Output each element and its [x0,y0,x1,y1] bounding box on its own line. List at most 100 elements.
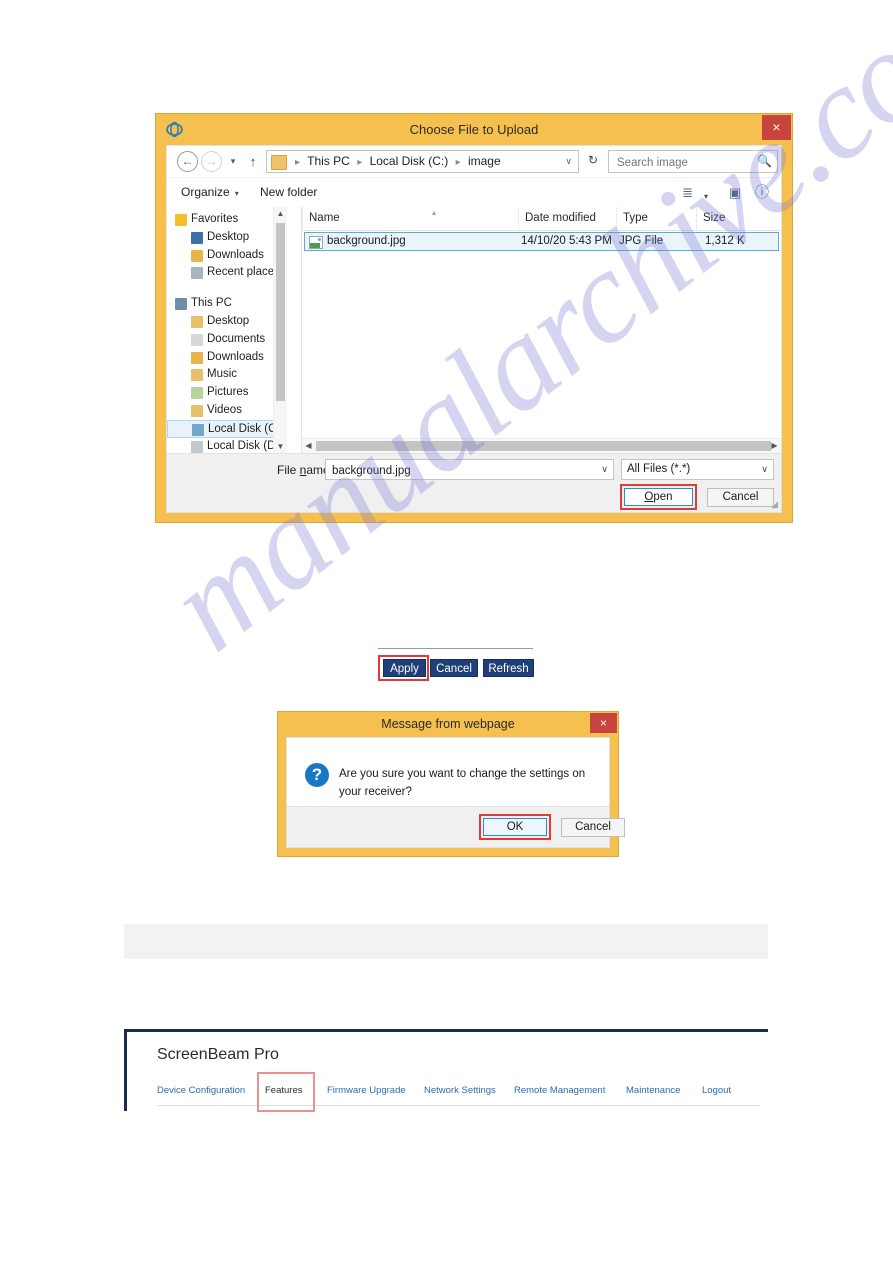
chevron-down-icon[interactable]: ∨ [565,151,572,172]
tree-item-favorites[interactable]: Favorites [167,211,274,229]
forward-icon[interactable]: → [201,151,222,172]
scrollbar-thumb[interactable] [316,441,771,451]
downloads-icon [191,351,203,364]
column-header-name[interactable]: Name [302,207,518,230]
breadcrumb-separator: ▸ [295,157,301,168]
tree-item-downloads[interactable]: Downloads [167,349,274,367]
message-dialog-titlebar: Message from webpage × [278,712,618,737]
cancel-button[interactable]: Cancel [707,488,774,507]
help-icon[interactable]: ⓘ [755,183,769,202]
action-button-row: Apply Cancel Refresh [378,645,538,685]
back-icon[interactable]: ← [177,151,198,172]
list-view-icon[interactable]: ≣ [682,183,693,202]
chevron-down-icon[interactable]: ∨ [601,460,608,479]
file-name-combobox[interactable]: ∨ [325,459,614,481]
apply-button[interactable]: Apply [383,659,426,677]
recent-icon [191,267,203,280]
folder-icon [271,155,287,170]
downloads-icon [191,249,203,262]
column-header-size[interactable]: Size [696,207,768,230]
up-icon[interactable]: ↑ [245,151,261,172]
file-name-input[interactable] [330,460,592,481]
column-header-date-modified[interactable]: Date modified [518,207,616,230]
tree-item-pictures[interactable]: Pictures [167,384,274,402]
dialog-titlebar: Choose File to Upload × [156,114,792,145]
preview-pane-icon[interactable]: ▣ [729,183,741,202]
navigation-tree: Favorites Desktop Downloads Recent places Th… [167,207,287,453]
organize-button[interactable]: Organize ▾ [181,178,239,208]
search-box[interactable]: 🔍 [608,150,778,174]
file-size-cell: 1,312 K [705,235,745,247]
tree-item-label: This PC [191,297,232,310]
tree-item-desktop[interactable]: Desktop [167,313,274,331]
scroll-right-icon[interactable]: ▶ [768,439,781,453]
placeholder-bar [124,924,768,959]
refresh-icon[interactable]: ↻ [583,150,603,173]
breadcrumb-separator: ▸ [455,157,461,168]
message-dialog-body: ? Are you sure you want to change the se… [286,737,625,848]
new-folder-button[interactable]: New folder [260,178,317,207]
search-input[interactable] [615,151,755,174]
tree-item-recent-places[interactable]: Recent places [167,264,280,282]
scrollbar-thumb[interactable] [276,223,285,401]
documents-icon [191,333,203,346]
tree-item-desktop[interactable]: Desktop [167,229,274,247]
dialog-title: Choose File to Upload [409,122,539,137]
cancel-button[interactable]: Cancel [561,818,625,837]
chevron-down-icon: ∨ [761,464,768,474]
tree-item-label: Downloads [207,248,264,261]
column-header-type[interactable]: Type [616,207,696,230]
scroll-up-icon[interactable]: ▲ [274,207,287,220]
question-mark-icon: ? [305,763,329,787]
close-icon[interactable]: × [762,115,791,140]
tree-item-music[interactable]: Music [167,366,274,384]
page-title: ScreenBeam Pro [157,1046,279,1063]
file-type-value: All Files (*.*) [627,463,691,475]
search-icon[interactable]: 🔍 [757,151,772,172]
tree-item-label: Favorites [191,213,239,225]
tree-item-videos[interactable]: Videos [167,402,274,420]
tree-item-local-disk-c[interactable]: Local Disk (C:) [167,419,283,438]
tree-item-label: Desktop [207,315,250,327]
monitor-icon [191,231,203,244]
tree-item-label: Pictures [207,386,249,399]
refresh-button[interactable]: Refresh [483,659,534,677]
file-type-select[interactable]: All Files (*.*) ∨ [621,459,774,480]
tab-remote-management[interactable]: Remote Management [514,1080,605,1102]
chevron-down-icon[interactable]: ▾ [704,187,708,206]
tab-maintenance[interactable]: Maintenance [626,1080,680,1102]
tree-item-documents[interactable]: Documents [167,331,274,349]
ok-button[interactable]: OK [483,818,547,836]
close-icon[interactable]: × [590,713,617,733]
resize-grip[interactable]: ◢ [771,499,778,510]
choose-file-dialog: Choose File to Upload × ← → ▾ ↑ ▸ This P… [155,113,793,523]
tree-item-label: Recent places [207,266,280,279]
tree-item-label: Videos [207,404,242,416]
scroll-left-icon[interactable]: ◀ [302,439,315,453]
breadcrumb-item-1[interactable]: Local Disk (C:) [370,154,449,168]
message-dialog-footer: OK Cancel [287,806,625,847]
tree-item-downloads[interactable]: Downloads [167,247,274,265]
tab-logout[interactable]: Logout [702,1080,731,1102]
pictures-icon [191,387,203,400]
table-row[interactable]: background.jpg 14/10/20 5:43 PM JPG File 1,… [304,232,779,251]
tree-scrollbar[interactable]: ▲ ▼ [273,207,287,453]
horizontal-scrollbar[interactable]: ◀ ▶ [302,438,781,453]
tab-network-settings[interactable]: Network Settings [424,1080,496,1102]
tree-item-this-pc[interactable]: This PC [167,295,274,313]
cancel-button[interactable]: Cancel [430,659,478,677]
breadcrumb: ▸ This PC ▸ Local Disk (C:) ▸ image [291,151,550,173]
scroll-down-icon[interactable]: ▼ [274,440,287,453]
chevron-down-icon: ▾ [234,189,239,198]
address-bar[interactable]: ▸ This PC ▸ Local Disk (C:) ▸ image ∨ [266,150,579,173]
tab-firmware-upgrade[interactable]: Firmware Upgrade [327,1080,406,1102]
computer-icon [175,298,187,311]
tree-item-local-disk-d[interactable]: Local Disk (D:) [167,438,282,453]
videos-icon [191,405,203,417]
tab-device-configuration[interactable]: Device Configuration [157,1080,245,1102]
breadcrumb-item-0[interactable]: This PC [307,154,350,168]
open-button[interactable]: Open [624,488,693,506]
recent-locations-icon[interactable]: ▾ [226,151,240,172]
message-text: Are you sure you want to change the sett… [339,768,586,798]
breadcrumb-item-2[interactable]: image [468,154,501,168]
